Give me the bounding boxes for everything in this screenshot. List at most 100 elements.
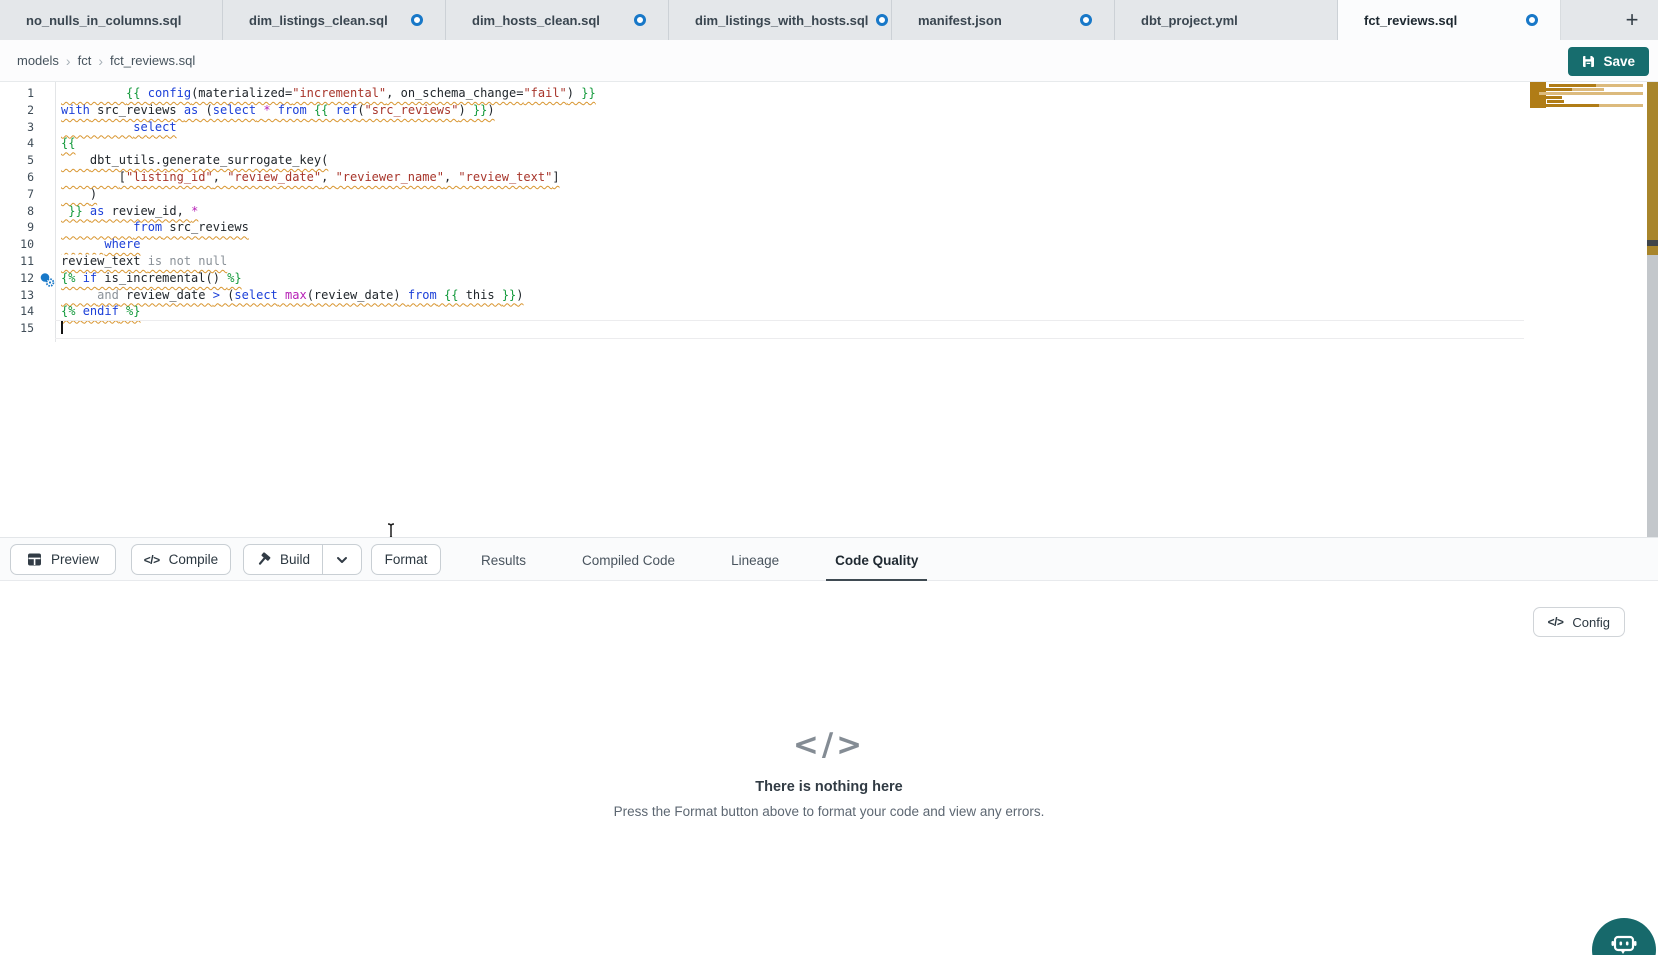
breadcrumb-item-fct-reviews-sql: fct_reviews.sql bbox=[110, 53, 195, 68]
code-line-text: where bbox=[61, 236, 140, 253]
line-number: 11 bbox=[0, 253, 55, 270]
tab-label: dim_hosts_clean.sql bbox=[472, 13, 600, 28]
build-button[interactable]: Build bbox=[244, 545, 323, 574]
floppy-disk-icon bbox=[1582, 55, 1595, 68]
tab-label: manifest.json bbox=[918, 13, 1002, 28]
code-line-13: 13 and review_date > (select max(review_… bbox=[0, 287, 1658, 304]
breadcrumb: models › fct › fct_reviews.sql bbox=[0, 53, 195, 69]
line-number: 15 bbox=[0, 320, 55, 337]
tab-label: dim_listings_with_hosts.sql bbox=[695, 13, 868, 28]
robot-chat-icon bbox=[1610, 931, 1638, 955]
line-number: 14 bbox=[0, 303, 55, 320]
panel-tab-code-quality[interactable]: Code Quality bbox=[826, 538, 927, 582]
code-line-text: {% if is_incremental() %} bbox=[61, 270, 242, 287]
build-button-label: Build bbox=[280, 552, 310, 567]
format-button[interactable]: Format bbox=[371, 544, 441, 575]
code-line-2: 2 with src_reviews as (select * from {{ r… bbox=[0, 102, 1658, 119]
panel-tab-compiled-code[interactable]: Compiled Code bbox=[573, 538, 684, 582]
unsaved-changes-dot bbox=[411, 14, 423, 26]
breadcrumb-item-models[interactable]: models bbox=[17, 53, 59, 68]
new-tab-button[interactable]: + bbox=[1606, 0, 1658, 40]
tab-dim-hosts-clean-sql[interactable]: dim_hosts_clean.sql bbox=[446, 0, 669, 40]
tab-label: dim_listings_clean.sql bbox=[249, 13, 388, 28]
code-line-14: 14{% endif %} bbox=[0, 303, 1658, 320]
unsaved-changes-dot bbox=[876, 14, 888, 26]
code-brackets-icon: </> bbox=[144, 553, 160, 567]
preview-button[interactable]: Preview bbox=[10, 544, 116, 575]
panel-tab-lineage[interactable]: Lineage bbox=[722, 538, 788, 582]
unsaved-changes-dot bbox=[634, 14, 646, 26]
save-button-label: Save bbox=[1603, 54, 1635, 69]
code-line-text: ["listing_id", "review_date", "reviewer_… bbox=[61, 169, 560, 186]
build-split-button: Build bbox=[243, 544, 362, 575]
editor-scrollbar[interactable] bbox=[1647, 82, 1658, 537]
chevron-down-icon bbox=[335, 553, 349, 567]
text-caret bbox=[61, 321, 63, 334]
empty-state-title: There is nothing here bbox=[0, 779, 1658, 795]
unsaved-changes-dot bbox=[1080, 14, 1092, 26]
tab-dim-listings-with-hosts-sql[interactable]: dim_listings_with_hosts.sql bbox=[669, 0, 892, 40]
tab-label: dbt_project.yml bbox=[1141, 13, 1238, 28]
code-line-text: dbt_utils.generate_surrogate_key( bbox=[61, 152, 328, 169]
tab-dbt-project-yml[interactable]: dbt_project.yml bbox=[1115, 0, 1338, 40]
tab-label: fct_reviews.sql bbox=[1364, 13, 1457, 28]
line-number: 2 bbox=[0, 102, 55, 119]
code-line-9: 9 from src_reviews bbox=[0, 219, 1658, 236]
code-line-11: 11 review_text is not null bbox=[0, 253, 1658, 270]
scrollbar-lint-overlay bbox=[1647, 82, 1658, 255]
line-number: 6 bbox=[0, 169, 55, 186]
code-line-text: }} as review_id, * bbox=[61, 203, 198, 220]
compile-button[interactable]: </> Compile bbox=[131, 544, 231, 575]
code-quality-panel: </> Config </> There is nothing here Pre… bbox=[0, 581, 1658, 955]
lint-overview-marks bbox=[1530, 82, 1645, 112]
tab-dim-listings-clean-sql[interactable]: dim_listings_clean.sql bbox=[223, 0, 446, 40]
line-number: 1 bbox=[0, 85, 55, 102]
editor-tab-bar: no_nulls_in_columns.sql dim_listings_clea… bbox=[0, 0, 1658, 40]
code-line-text: {{ bbox=[61, 135, 75, 152]
code-line-6: 6 ["listing_id", "review_date", "reviewe… bbox=[0, 169, 1658, 186]
code-line-text: and review_date > (select max(review_dat… bbox=[61, 287, 524, 304]
build-options-button[interactable] bbox=[323, 545, 361, 574]
code-line-7: 7 ) bbox=[0, 186, 1658, 203]
code-line-text: {{ config(materialized="incremental", on… bbox=[61, 85, 596, 102]
breadcrumb-chevron-icon: › bbox=[66, 53, 71, 69]
code-line-12: 12{% if is_incremental() %} bbox=[0, 270, 1658, 287]
code-line-text: review_text is not null bbox=[61, 253, 227, 270]
code-line-1: 1 {{ config(materialized="incremental", … bbox=[0, 85, 1658, 102]
line-number: 5 bbox=[0, 152, 55, 169]
format-button-label: Format bbox=[385, 552, 428, 567]
code-brackets-icon: </> bbox=[0, 727, 1658, 763]
tab-manifest-json[interactable]: manifest.json bbox=[892, 0, 1115, 40]
compile-button-label: Compile bbox=[169, 552, 219, 567]
line-number: 10 bbox=[0, 236, 55, 253]
code-line-text: select bbox=[61, 119, 177, 136]
code-line-4: 4 {{ bbox=[0, 135, 1658, 152]
line-number: 13 bbox=[0, 287, 55, 304]
line-number: 4 bbox=[0, 135, 55, 152]
scrollbar-thumb[interactable] bbox=[1647, 240, 1658, 246]
tab-no-nulls-in-columns-sql[interactable]: no_nulls_in_columns.sql bbox=[0, 0, 223, 40]
panel-tab-results[interactable]: Results bbox=[472, 538, 535, 582]
empty-state-subtitle: Press the Format button above to format … bbox=[0, 804, 1658, 819]
line-number: 8 bbox=[0, 203, 55, 220]
breadcrumb-chevron-icon: › bbox=[98, 53, 103, 69]
code-line-8: 8 }} as review_id, * bbox=[0, 203, 1658, 220]
editor-toolbar: Preview </> Compile Build Format Results… bbox=[0, 537, 1658, 581]
code-line-text: with src_reviews as (select * from {{ re… bbox=[61, 102, 495, 119]
save-button[interactable]: Save bbox=[1568, 47, 1649, 76]
line-number: 3 bbox=[0, 119, 55, 136]
preview-button-label: Preview bbox=[51, 552, 99, 567]
tab-fct-reviews-sql[interactable]: fct_reviews.sql bbox=[1338, 0, 1561, 40]
panel-tab-bar: Results Compiled Code Lineage Code Quality bbox=[472, 538, 927, 582]
code-editor[interactable]: 1 {{ config(materialized="incremental", … bbox=[0, 82, 1658, 537]
breadcrumb-item-fct[interactable]: fct bbox=[78, 53, 92, 68]
file-header-bar: models › fct › fct_reviews.sql Save bbox=[0, 40, 1658, 82]
table-icon bbox=[27, 552, 42, 567]
code-line-15: 15 bbox=[0, 320, 1658, 337]
empty-state: </> There is nothing here Press the Form… bbox=[0, 581, 1658, 819]
unsaved-changes-dot bbox=[1526, 14, 1538, 26]
hammer-icon bbox=[256, 552, 271, 567]
code-line-text: ) bbox=[61, 186, 97, 203]
line-number: 9 bbox=[0, 219, 55, 236]
tab-label: no_nulls_in_columns.sql bbox=[26, 13, 181, 28]
